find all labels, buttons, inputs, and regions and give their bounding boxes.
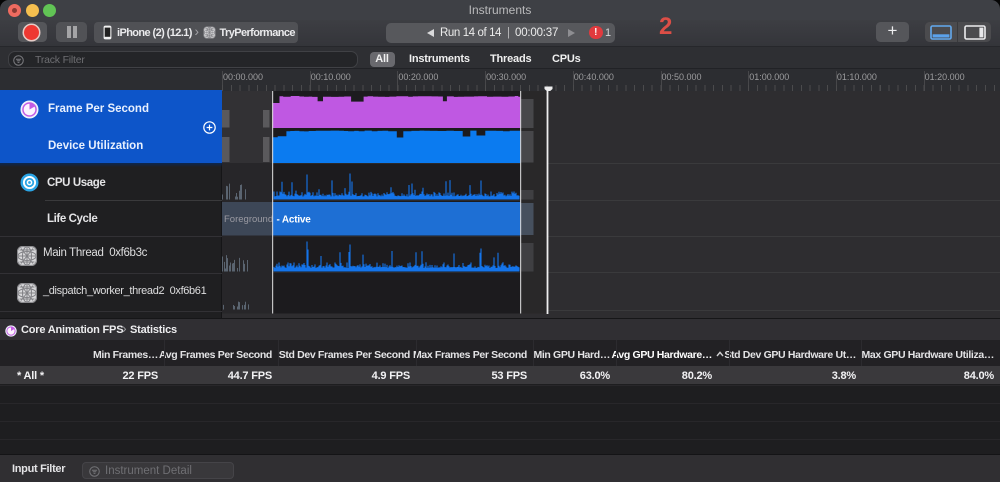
svg-text:Foreground: Foreground — [224, 214, 273, 225]
svg-text:- Active: - Active — [277, 215, 312, 226]
